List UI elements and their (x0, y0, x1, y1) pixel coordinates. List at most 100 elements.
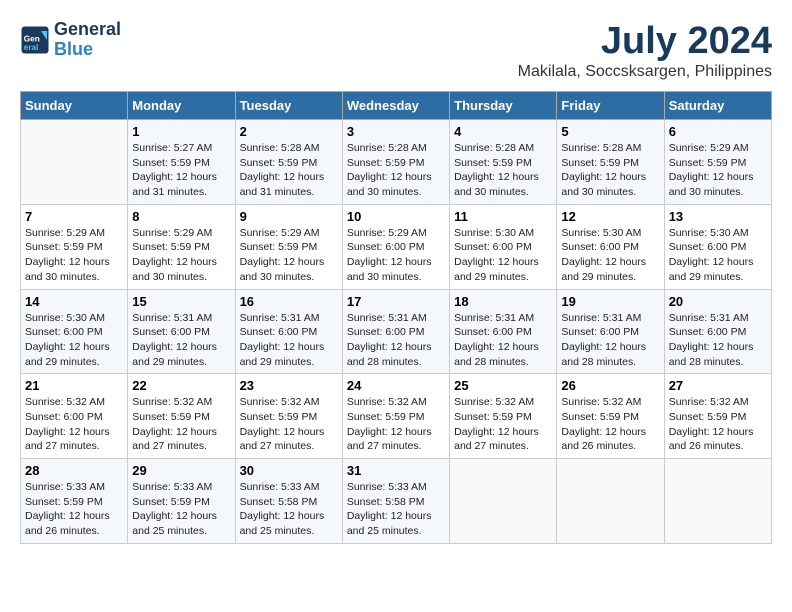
cell-content: Sunrise: 5:29 AM Sunset: 6:00 PM Dayligh… (347, 226, 445, 285)
cell-content: Sunrise: 5:30 AM Sunset: 6:00 PM Dayligh… (454, 226, 552, 285)
day-number: 29 (132, 463, 230, 478)
day-number: 11 (454, 209, 552, 224)
day-number: 5 (561, 124, 659, 139)
cell-content: Sunrise: 5:33 AM Sunset: 5:58 PM Dayligh… (240, 480, 338, 539)
cell-content: Sunrise: 5:29 AM Sunset: 5:59 PM Dayligh… (25, 226, 123, 285)
title-block: July 2024 Makilala, Soccsksargen, Philip… (518, 20, 772, 81)
day-number: 2 (240, 124, 338, 139)
calendar-cell: 8Sunrise: 5:29 AM Sunset: 5:59 PM Daylig… (128, 204, 235, 289)
cell-content: Sunrise: 5:28 AM Sunset: 5:59 PM Dayligh… (240, 141, 338, 200)
cell-content: Sunrise: 5:30 AM Sunset: 6:00 PM Dayligh… (669, 226, 767, 285)
calendar-cell: 24 Sunrise: 5:32 AM Sunset: 5:59 PM Dayli… (342, 374, 449, 459)
cell-content: Sunrise: 5:30 AM Sunset: 6:00 PM Dayligh… (25, 311, 123, 370)
logo-icon: Gen eral (20, 25, 50, 55)
page-title: July 2024 (518, 20, 772, 63)
cell-content: Sunrise: 5:33 AM Sunset: 5:59 PM Dayligh… (25, 480, 123, 539)
day-number: 19 (561, 294, 659, 309)
cell-content: Sunrise: 5:28 AM Sunset: 5:59 PM Dayligh… (561, 141, 659, 200)
cell-content: Sunrise: 5:28 AM Sunset: 5:59 PM Dayligh… (454, 141, 552, 200)
calendar-cell: 3 Sunrise: 5:28 AM Sunset: 5:59 PM Daylig… (342, 120, 449, 205)
calendar-cell: 17 Sunrise: 5:31 AM Sunset: 6:00 PM Dayli… (342, 289, 449, 374)
day-number: 15 (132, 294, 230, 309)
cell-content: Sunrise: 5:31 AM Sunset: 6:00 PM Dayligh… (132, 311, 230, 370)
calendar-cell: 10 Sunrise: 5:29 AM Sunset: 6:00 PM Dayli… (342, 204, 449, 289)
header-sunday: Sunday (21, 92, 128, 120)
calendar-table: SundayMondayTuesdayWednesdayThursdayFrid… (20, 91, 772, 544)
cell-content: Sunrise: 5:28 AM Sunset: 5:59 PM Dayligh… (347, 141, 445, 200)
header-tuesday: Tuesday (235, 92, 342, 120)
cell-content: Sunrise: 5:29 AM Sunset: 5:59 PM Dayligh… (132, 226, 230, 285)
calendar-cell: 15 Sunrise: 5:31 AM Sunset: 6:00 PM Dayli… (128, 289, 235, 374)
header-wednesday: Wednesday (342, 92, 449, 120)
calendar-cell: 25 Sunrise: 5:32 AM Sunset: 5:59 PM Dayli… (450, 374, 557, 459)
week-row-1: 1 Sunrise: 5:27 AM Sunset: 5:59 PM Daylig… (21, 120, 772, 205)
calendar-cell: 27 Sunrise: 5:32 AM Sunset: 5:59 PM Dayli… (664, 374, 771, 459)
calendar-cell: 29 Sunrise: 5:33 AM Sunset: 5:59 PM Dayli… (128, 459, 235, 544)
day-number: 6 (669, 124, 767, 139)
calendar-cell: 11 Sunrise: 5:30 AM Sunset: 6:00 PM Dayli… (450, 204, 557, 289)
week-row-5: 28 Sunrise: 5:33 AM Sunset: 5:59 PM Dayli… (21, 459, 772, 544)
day-number: 12 (561, 209, 659, 224)
calendar-cell: 4 Sunrise: 5:28 AM Sunset: 5:59 PM Daylig… (450, 120, 557, 205)
day-number: 24 (347, 378, 445, 393)
day-number: 26 (561, 378, 659, 393)
calendar-cell: 12Sunrise: 5:30 AM Sunset: 6:00 PM Dayli… (557, 204, 664, 289)
calendar-cell (664, 459, 771, 544)
calendar-cell (450, 459, 557, 544)
calendar-cell: 30 Sunrise: 5:33 AM Sunset: 5:58 PM Dayli… (235, 459, 342, 544)
logo-line2: Blue (54, 40, 121, 60)
day-number: 27 (669, 378, 767, 393)
page-header: Gen eral General Blue July 2024 Makilala… (20, 20, 772, 81)
day-number: 17 (347, 294, 445, 309)
calendar-cell (557, 459, 664, 544)
cell-content: Sunrise: 5:33 AM Sunset: 5:58 PM Dayligh… (347, 480, 445, 539)
cell-content: Sunrise: 5:31 AM Sunset: 6:00 PM Dayligh… (561, 311, 659, 370)
calendar-cell: 18 Sunrise: 5:31 AM Sunset: 6:00 PM Dayli… (450, 289, 557, 374)
day-number: 4 (454, 124, 552, 139)
header-saturday: Saturday (664, 92, 771, 120)
cell-content: Sunrise: 5:32 AM Sunset: 5:59 PM Dayligh… (669, 395, 767, 454)
svg-text:eral: eral (24, 43, 39, 52)
page-subtitle: Makilala, Soccsksargen, Philippines (518, 63, 772, 81)
calendar-cell: 16Sunrise: 5:31 AM Sunset: 6:00 PM Dayli… (235, 289, 342, 374)
cell-content: Sunrise: 5:31 AM Sunset: 6:00 PM Dayligh… (347, 311, 445, 370)
header-monday: Monday (128, 92, 235, 120)
day-number: 13 (669, 209, 767, 224)
cell-content: Sunrise: 5:31 AM Sunset: 6:00 PM Dayligh… (454, 311, 552, 370)
cell-content: Sunrise: 5:32 AM Sunset: 5:59 PM Dayligh… (454, 395, 552, 454)
cell-content: Sunrise: 5:27 AM Sunset: 5:59 PM Dayligh… (132, 141, 230, 200)
day-number: 30 (240, 463, 338, 478)
calendar-cell: 21Sunrise: 5:32 AM Sunset: 6:00 PM Dayli… (21, 374, 128, 459)
day-number: 3 (347, 124, 445, 139)
calendar-cell: 6Sunrise: 5:29 AM Sunset: 5:59 PM Daylig… (664, 120, 771, 205)
day-number: 10 (347, 209, 445, 224)
cell-content: Sunrise: 5:32 AM Sunset: 5:59 PM Dayligh… (240, 395, 338, 454)
logo: Gen eral General Blue (20, 20, 121, 60)
day-number: 7 (25, 209, 123, 224)
week-row-2: 7 Sunrise: 5:29 AM Sunset: 5:59 PM Daylig… (21, 204, 772, 289)
cell-content: Sunrise: 5:32 AM Sunset: 5:59 PM Dayligh… (347, 395, 445, 454)
calendar-cell: 23Sunrise: 5:32 AM Sunset: 5:59 PM Dayli… (235, 374, 342, 459)
cell-content: Sunrise: 5:31 AM Sunset: 6:00 PM Dayligh… (669, 311, 767, 370)
cell-content: Sunrise: 5:32 AM Sunset: 5:59 PM Dayligh… (561, 395, 659, 454)
day-number: 25 (454, 378, 552, 393)
calendar-cell: 1 Sunrise: 5:27 AM Sunset: 5:59 PM Daylig… (128, 120, 235, 205)
calendar-cell: 13 Sunrise: 5:30 AM Sunset: 6:00 PM Dayli… (664, 204, 771, 289)
cell-content: Sunrise: 5:33 AM Sunset: 5:59 PM Dayligh… (132, 480, 230, 539)
day-number: 28 (25, 463, 123, 478)
calendar-cell: 14Sunrise: 5:30 AM Sunset: 6:00 PM Dayli… (21, 289, 128, 374)
week-row-3: 14Sunrise: 5:30 AM Sunset: 6:00 PM Dayli… (21, 289, 772, 374)
cell-content: Sunrise: 5:32 AM Sunset: 6:00 PM Dayligh… (25, 395, 123, 454)
calendar-cell: 22Sunrise: 5:32 AM Sunset: 5:59 PM Dayli… (128, 374, 235, 459)
day-number: 31 (347, 463, 445, 478)
calendar-cell: 7 Sunrise: 5:29 AM Sunset: 5:59 PM Daylig… (21, 204, 128, 289)
day-number: 9 (240, 209, 338, 224)
day-number: 16 (240, 294, 338, 309)
day-number: 1 (132, 124, 230, 139)
day-number: 20 (669, 294, 767, 309)
cell-content: Sunrise: 5:29 AM Sunset: 5:59 PM Dayligh… (240, 226, 338, 285)
calendar-cell: 19 Sunrise: 5:31 AM Sunset: 6:00 PM Dayli… (557, 289, 664, 374)
day-number: 18 (454, 294, 552, 309)
calendar-cell: 26 Sunrise: 5:32 AM Sunset: 5:59 PM Dayli… (557, 374, 664, 459)
cell-content: Sunrise: 5:32 AM Sunset: 5:59 PM Dayligh… (132, 395, 230, 454)
